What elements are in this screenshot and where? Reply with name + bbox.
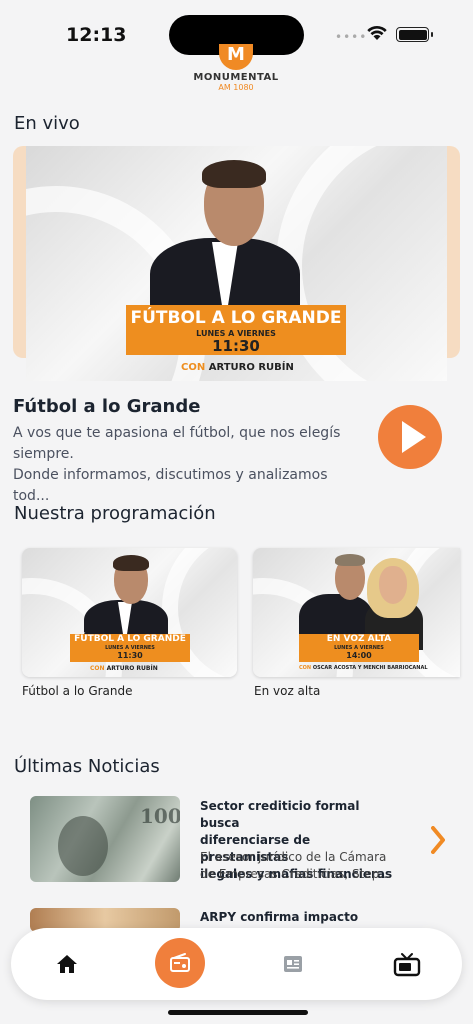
card-show-box: EN VOZ ALTA LUNES A VIERNES 14:00 bbox=[299, 634, 419, 662]
banner-show-title: FÚTBOL A LO GRANDE bbox=[130, 308, 342, 328]
description-line: siempre. bbox=[13, 446, 74, 462]
tab-news[interactable] bbox=[265, 928, 321, 1000]
news-title-line: ARPY confirma impacto bbox=[200, 910, 359, 924]
news-section-title: Últimas Noticias bbox=[14, 756, 160, 777]
banner-schedule-time: 11:30 bbox=[212, 337, 260, 355]
news-summary-line: El asesor jurídico de la Cámara bbox=[200, 850, 387, 864]
card-time: 14:00 bbox=[346, 651, 372, 660]
banner-con-label: CON bbox=[181, 362, 206, 373]
banknote-figure: 100 bbox=[140, 804, 180, 828]
card-show-box: FÚTBOL A LO GRANDE LUNES A VIERNES 11:30 bbox=[70, 634, 190, 662]
card-host-line: CON OSCAR ACOSTA Y MENCHI BARRIOCANAL bbox=[299, 665, 428, 671]
logo-frequency: AM 1080 bbox=[218, 83, 254, 92]
tab-tv[interactable] bbox=[377, 928, 433, 1000]
home-indicator bbox=[168, 1010, 308, 1015]
tv-icon bbox=[393, 953, 421, 977]
card-con-label: CON bbox=[90, 665, 105, 672]
logo-name: MONUMENTAL bbox=[193, 72, 279, 83]
tab-radio[interactable] bbox=[155, 938, 205, 988]
description-line: A vos que te apasiona el fútbol, que nos… bbox=[13, 425, 341, 441]
battery-icon bbox=[396, 27, 433, 42]
news-title-line: Sector crediticio formal busca bbox=[200, 799, 360, 830]
news-icon bbox=[284, 956, 302, 972]
card-show-title: FÚTBOL A LO GRANDE bbox=[74, 634, 186, 644]
live-section-title: En vivo bbox=[14, 113, 80, 134]
bottom-tab-bar bbox=[11, 928, 462, 1000]
news-title[interactable]: ARPY confirma impacto bbox=[200, 909, 400, 926]
card-host-line: CON ARTURO RUBÍN bbox=[90, 665, 158, 672]
news-summary: El asesor jurídico de la Cámara de Empre… bbox=[200, 849, 400, 883]
description-line: Donde informamos, discutimos y analizamo… bbox=[13, 467, 328, 504]
live-program-title: Fútbol a lo Grande bbox=[13, 396, 201, 417]
play-button[interactable] bbox=[378, 405, 442, 469]
program-card-futbol[interactable]: FÚTBOL A LO GRANDE LUNES A VIERNES 11:30… bbox=[22, 548, 237, 677]
program-card-label[interactable]: En voz alta bbox=[254, 684, 320, 698]
programming-section-title: Nuestra programación bbox=[14, 503, 216, 524]
card-hosts: ARTURO RUBÍN bbox=[106, 665, 158, 672]
signal-dots-icon: •••• bbox=[335, 30, 368, 44]
card-hosts: OSCAR ACOSTA Y MENCHI BARRIOCANAL bbox=[312, 665, 428, 671]
radio-icon bbox=[170, 953, 190, 972]
news-thumbnail[interactable]: 100 bbox=[30, 796, 180, 882]
logo-mark: M bbox=[219, 44, 253, 70]
live-program-description: A vos que te apasiona el fútbol, que nos… bbox=[13, 423, 363, 507]
card-con-label: CON bbox=[299, 665, 312, 671]
chevron-right-icon[interactable] bbox=[431, 826, 445, 854]
play-icon bbox=[402, 421, 426, 453]
home-icon bbox=[57, 955, 77, 973]
card-show-title: EN VOZ ALTA bbox=[326, 634, 392, 644]
tab-home[interactable] bbox=[39, 928, 95, 1000]
news-summary-line: de Empresas Crediticias, Step... bbox=[200, 867, 391, 881]
banner-host-line: CON ARTURO RUBÍN bbox=[181, 362, 294, 373]
card-time: 11:30 bbox=[117, 651, 143, 660]
wifi-icon bbox=[367, 25, 387, 40]
program-card-en-voz-alta[interactable]: EN VOZ ALTA LUNES A VIERNES 14:00 CON OS… bbox=[253, 548, 460, 677]
live-banner[interactable]: FÚTBOL A LO GRANDE LUNES A VIERNES 11:30… bbox=[26, 146, 447, 381]
monumental-logo: M MONUMENTAL AM 1080 bbox=[186, 44, 286, 92]
status-time: 12:13 bbox=[66, 24, 127, 46]
banner-host-name: ARTURO RUBÍN bbox=[208, 362, 294, 373]
banner-show-box: FÚTBOL A LO GRANDE LUNES A VIERNES 11:30 bbox=[126, 305, 346, 355]
program-card-label[interactable]: Fútbol a lo Grande bbox=[22, 684, 133, 698]
